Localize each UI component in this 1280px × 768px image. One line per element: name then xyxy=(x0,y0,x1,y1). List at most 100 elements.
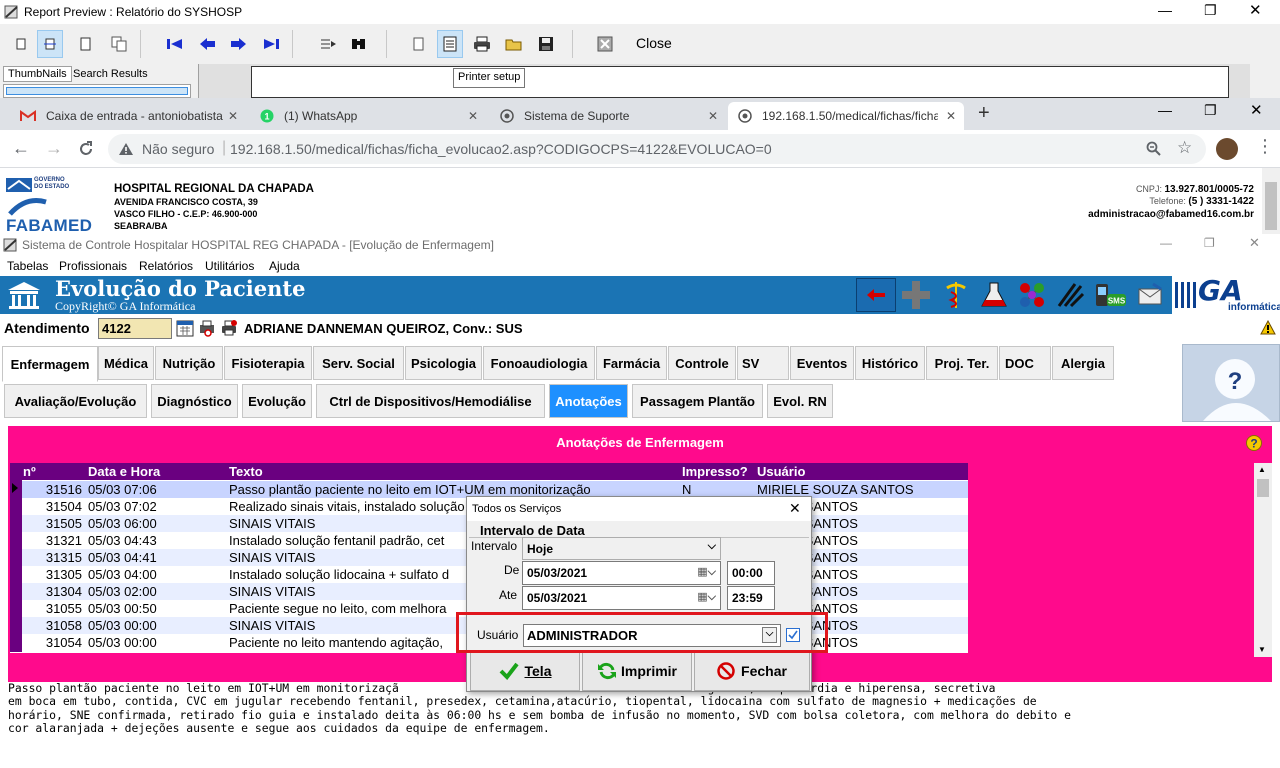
bookmark-star-icon[interactable]: ☆ xyxy=(1177,138,1192,158)
tab-fonoaudiologia[interactable]: Fonoaudiologia xyxy=(483,346,595,380)
tela-button[interactable]: Tela xyxy=(470,651,580,691)
single-page-icon[interactable] xyxy=(8,30,34,58)
browser-tab-suporte[interactable]: Sistema de Suporte ✕ xyxy=(488,102,726,130)
calendar-dropdown-icon[interactable]: ▦⌵ xyxy=(697,565,716,579)
multi-page-icon[interactable] xyxy=(106,30,132,58)
minimize-icon[interactable]: — xyxy=(1158,102,1172,118)
subtab-evolucao[interactable]: Evolução xyxy=(242,384,312,418)
tab-farmacia[interactable]: Farmácia xyxy=(596,346,667,380)
profile-avatar[interactable] xyxy=(1216,138,1238,160)
security-label[interactable]: Não seguro xyxy=(142,141,214,157)
close-tab-icon[interactable]: ✕ xyxy=(228,109,238,123)
lab-button[interactable] xyxy=(976,278,1012,312)
col-data-hora[interactable]: Data e Hora xyxy=(88,464,160,479)
subtab-avaliacao-evolucao[interactable]: Avaliação/Evolução xyxy=(4,384,147,418)
subtab-diagnostico[interactable]: Diagnóstico xyxy=(151,384,238,418)
grid-scrollbar[interactable]: ▲ ▼ xyxy=(1254,463,1272,657)
tab-doc[interactable]: DOC xyxy=(999,346,1051,380)
annotation-detail-text[interactable]: Passo plantão paciente no leito em IOT+U… xyxy=(8,681,1270,768)
close-icon[interactable]: ✕ xyxy=(1249,235,1260,251)
medical-button[interactable] xyxy=(938,278,974,312)
col-n[interactable]: nº xyxy=(23,464,36,479)
print-icon[interactable] xyxy=(220,319,238,337)
restore-icon[interactable]: ❐ xyxy=(1204,102,1217,119)
full-page-icon[interactable] xyxy=(72,30,98,58)
back-icon[interactable]: ← xyxy=(12,138,30,159)
from-date-input[interactable]: 05/03/2021 ▦⌵ xyxy=(522,561,721,585)
dialog-close-icon[interactable]: ✕ xyxy=(789,500,801,517)
calendar-dropdown-icon[interactable]: ▦⌵ xyxy=(697,590,716,604)
molecule-button[interactable] xyxy=(1014,278,1050,312)
subtab-ctrl-dispositivos[interactable]: Ctrl de Dispositivos/Hemodiálise xyxy=(316,384,545,418)
subtab-evol-rn[interactable]: Evol. RN xyxy=(767,384,833,418)
browser-tab-active[interactable]: 192.168.1.50/medical/fichas/ficha ✕ xyxy=(728,102,964,130)
tab-historico[interactable]: Histórico xyxy=(855,346,925,380)
close-tab-icon[interactable]: ✕ xyxy=(946,109,956,123)
report-scrollbar[interactable] xyxy=(1262,64,1280,98)
print-icon[interactable] xyxy=(469,30,495,58)
tab-psicologia[interactable]: Psicologia xyxy=(405,346,482,380)
reload-icon[interactable] xyxy=(78,141,94,157)
page-width-icon[interactable] xyxy=(37,30,63,58)
to-date-input[interactable]: 05/03/2021 ▦⌵ xyxy=(522,586,721,610)
zoom-icon[interactable] xyxy=(1146,141,1162,157)
tab-medica[interactable]: Médica xyxy=(98,346,154,380)
last-page-icon[interactable] xyxy=(258,30,284,58)
menu-utilitarios[interactable]: Utilitários xyxy=(205,259,254,273)
restore-icon[interactable]: ❐ xyxy=(1204,236,1215,250)
close-doc-icon[interactable] xyxy=(592,30,618,58)
next-page-icon[interactable] xyxy=(225,30,251,58)
scroll-thumb[interactable] xyxy=(1257,479,1269,497)
scroll-down-icon[interactable]: ▼ xyxy=(1258,645,1266,654)
close-icon[interactable]: ✕ xyxy=(1250,101,1263,119)
subtab-anotacoes[interactable]: Anotações xyxy=(549,384,628,418)
scroll-up-icon[interactable]: ▲ xyxy=(1258,465,1266,474)
from-time-input[interactable]: 00:00 xyxy=(727,561,775,585)
menu-ajuda[interactable]: Ajuda xyxy=(269,259,300,273)
instruments-button[interactable] xyxy=(1052,278,1088,312)
find-icon[interactable] xyxy=(346,30,372,58)
alert-icon[interactable] xyxy=(1260,320,1276,336)
back-button[interactable] xyxy=(856,278,896,312)
tab-search-results[interactable]: Search Results xyxy=(73,68,148,80)
sms-button[interactable]: SMS xyxy=(1090,278,1130,312)
tab-eventos[interactable]: Eventos xyxy=(790,346,854,380)
tab-sv[interactable]: SV xyxy=(737,346,789,380)
mail-button[interactable] xyxy=(1132,278,1168,312)
tab-proj-ter[interactable]: Proj. Ter. xyxy=(926,346,998,380)
close-icon[interactable]: ✕ xyxy=(1249,1,1262,19)
url-text[interactable]: 192.168.1.50/medical/fichas/ficha_evoluc… xyxy=(230,141,772,157)
open-icon[interactable] xyxy=(501,30,527,58)
first-page-icon[interactable] xyxy=(162,30,188,58)
col-usuario[interactable]: Usuário xyxy=(757,464,805,479)
save-icon[interactable] xyxy=(533,30,559,58)
close-button[interactable]: Close xyxy=(636,35,672,51)
browser-tab-whatsapp[interactable]: 1 (1) WhatsApp ✕ xyxy=(248,102,486,130)
page-scrollbar[interactable] xyxy=(1262,168,1280,234)
page-setup-icon[interactable] xyxy=(406,30,432,58)
tab-alergia[interactable]: Alergia xyxy=(1052,346,1114,380)
hospital-cross-button[interactable] xyxy=(898,278,934,312)
tab-fisioterapia[interactable]: Fisioterapia xyxy=(224,346,312,380)
restore-icon[interactable]: ❐ xyxy=(1204,2,1217,19)
col-texto[interactable]: Texto xyxy=(229,464,263,479)
close-tab-icon[interactable]: ✕ xyxy=(468,109,478,123)
menu-relatorios[interactable]: Relatórios xyxy=(139,259,193,273)
tab-controle[interactable]: Controle xyxy=(668,346,736,380)
fechar-button[interactable]: Fechar xyxy=(694,651,810,691)
prev-page-icon[interactable] xyxy=(195,30,221,58)
tab-enfermagem[interactable]: Enfermagem xyxy=(2,346,98,382)
printer-search-icon[interactable] xyxy=(198,319,216,337)
tab-serv-social[interactable]: Serv. Social xyxy=(313,346,404,380)
interval-select[interactable]: Hoje ⌵ xyxy=(522,537,721,560)
imprimir-button[interactable]: Imprimir xyxy=(582,651,692,691)
goto-page-icon[interactable] xyxy=(316,30,342,58)
minimize-icon[interactable]: — xyxy=(1160,236,1172,250)
scroll-thumb[interactable] xyxy=(1265,182,1277,230)
calendar-icon[interactable] xyxy=(176,319,194,337)
browser-tab-gmail[interactable]: Caixa de entrada - antoniobatista ✕ xyxy=(8,102,246,130)
tab-nutricao[interactable]: Nutrição xyxy=(155,346,223,380)
menu-tabelas[interactable]: Tabelas xyxy=(7,259,48,273)
menu-profissionais[interactable]: Profissionais xyxy=(59,259,127,273)
warning-icon[interactable] xyxy=(118,142,134,156)
